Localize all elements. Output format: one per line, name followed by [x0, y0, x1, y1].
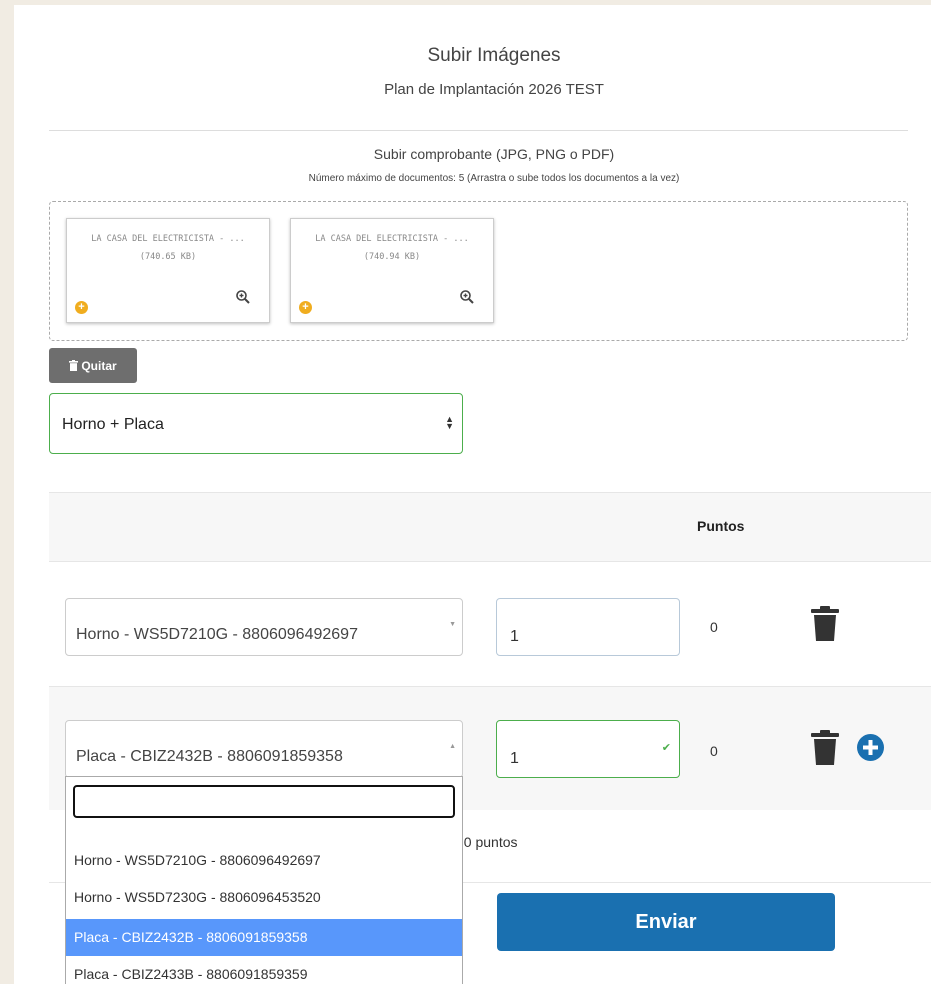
zoom-in-icon[interactable] — [459, 289, 475, 305]
dropdown-option[interactable]: Horno - WS5D7210G - 8806096492697 — [66, 842, 462, 879]
dropdown-option[interactable]: Placa - CBIZ2433B - 8806091859359 — [66, 956, 462, 984]
file-size: (740.94 KB) — [363, 252, 421, 262]
add-row-icon[interactable] — [857, 734, 884, 761]
product-select[interactable]: Placa - CBIZ2432B - 8806091859358 ▲ — [65, 720, 463, 778]
row-points: 0 — [710, 619, 718, 635]
quantity-input[interactable]: 1 ✔ — [496, 720, 680, 778]
dropdown-option[interactable]: Horno - WS5D7230G - 8806096453520 — [66, 879, 462, 916]
row-points: 0 — [710, 743, 718, 759]
product-value: Horno - WS5D7210G - 8806096492697 — [76, 626, 358, 643]
products-table-header: Puntos — [49, 492, 931, 562]
category-value: Horno + Placa — [62, 416, 164, 433]
remove-files-button[interactable]: Quitar — [49, 348, 137, 383]
chevron-up-icon: ▲ — [449, 743, 456, 750]
quantity-value: 1 — [510, 628, 519, 645]
check-icon: ✔ — [661, 742, 671, 754]
product-dropdown: Horno - WS5D7210G - 8806096492697 Horno … — [65, 776, 463, 984]
sort-arrows-icon: ▲ ▼ — [445, 414, 454, 431]
chevron-down-icon: ▼ — [449, 621, 456, 628]
quantity-input[interactable]: 1 — [496, 598, 680, 656]
remove-files-label: Quitar — [81, 358, 117, 373]
trash-icon[interactable] — [810, 730, 840, 765]
file-dropzone[interactable]: LA CASA DEL ELECTRICISTA - ... (740.65 K… — [49, 201, 908, 341]
file-thumbnail[interactable]: LA CASA DEL ELECTRICISTA - ... (740.65 K… — [66, 218, 270, 323]
dropdown-option-selected[interactable]: Placa - CBIZ2432B - 8806091859358 — [66, 919, 462, 956]
file-size: (740.65 KB) — [139, 252, 197, 262]
submit-button[interactable]: Enviar — [497, 893, 835, 951]
product-value: Placa - CBIZ2432B - 8806091859358 — [76, 748, 343, 765]
dropdown-search-input[interactable] — [73, 785, 455, 818]
category-select[interactable]: Horno + Placa ▲ ▼ — [49, 393, 463, 454]
page-title: Subir Imágenes — [427, 45, 561, 66]
zoom-in-icon[interactable] — [235, 289, 251, 305]
quantity-value: 1 — [510, 750, 519, 767]
trash-icon — [69, 360, 79, 371]
product-select[interactable]: Horno - WS5D7210G - 8806096492697 ▼ — [65, 598, 463, 656]
table-row: Horno - WS5D7210G - 8806096492697 ▼ 1 0 — [49, 562, 931, 686]
upload-label: Subir comprobante (JPG, PNG o PDF) — [373, 146, 615, 162]
plus-icon[interactable]: + — [75, 301, 88, 314]
file-name: LA CASA DEL ELECTRICISTA - ... — [315, 234, 469, 244]
upload-hint: Número máximo de documentos: 5 (Arrastra… — [308, 173, 680, 184]
plus-icon[interactable]: + — [299, 301, 312, 314]
points-column-header: Puntos — [697, 518, 745, 534]
upload-panel: Subir Imágenes Plan de Implantación 2026… — [14, 5, 931, 984]
trash-icon[interactable] — [810, 606, 840, 641]
total-points: : 0 puntos — [456, 834, 518, 850]
page-subtitle: Plan de Implantación 2026 TEST — [384, 81, 604, 98]
file-name: LA CASA DEL ELECTRICISTA - ... — [91, 234, 245, 244]
file-thumbnail[interactable]: LA CASA DEL ELECTRICISTA - ... (740.94 K… — [290, 218, 494, 323]
divider — [49, 130, 908, 131]
